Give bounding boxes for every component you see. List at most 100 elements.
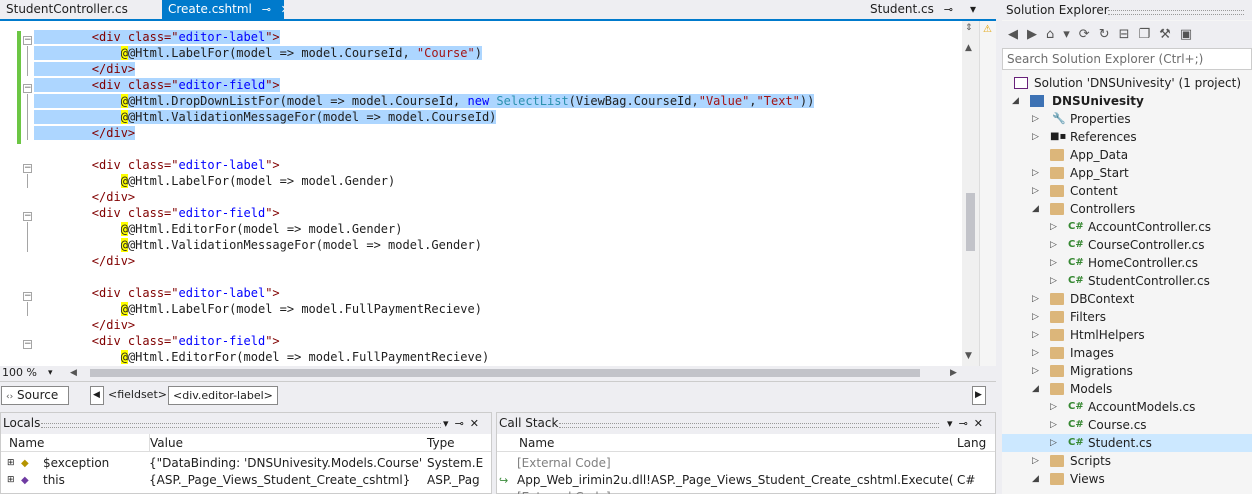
forward-icon[interactable]: ▶ — [1027, 27, 1046, 42]
code-line[interactable]: @@Html.DropDownListFor(model => model.Co… — [34, 93, 964, 109]
tree-item-account-controller[interactable]: ▷ C# AccountController.cs — [1002, 218, 1252, 236]
col-value[interactable]: Value — [149, 434, 183, 452]
zoom-dropdown-icon[interactable]: ▾ — [48, 366, 53, 380]
outline-collapse-icon[interactable]: − — [23, 340, 32, 349]
code-line[interactable]: @@Html.EditorFor(model => model.FullPaym… — [34, 349, 964, 365]
collapsed-arrow-icon[interactable]: ▷ — [1050, 254, 1057, 272]
close-icon[interactable]: ✕ — [470, 417, 485, 430]
horizontal-scrollbar-thumb[interactable] — [90, 369, 920, 377]
collapse-all-icon[interactable]: ⊟ — [1119, 27, 1139, 42]
chevron-down-icon[interactable]: ▾ — [443, 417, 455, 430]
tab-student-cs[interactable]: Student.cs ⊸ — [864, 0, 960, 19]
code-line[interactable]: </div> — [34, 61, 964, 77]
header-grip[interactable] — [41, 423, 441, 428]
close-icon[interactable]: ✕ — [974, 417, 989, 430]
code-line[interactable]: </div> — [34, 317, 964, 333]
tree-item-migrations[interactable]: ▷ Migrations — [1002, 362, 1252, 380]
warning-icon[interactable]: ⚠ — [983, 24, 992, 35]
code-line[interactable]: @@Html.EditorFor(model => model.Gender) — [34, 221, 964, 237]
code-line[interactable]: </div> — [34, 189, 964, 205]
collapsed-arrow-icon[interactable]: ▷ — [1050, 398, 1057, 416]
code-line[interactable]: @@Html.LabelFor(model => model.CourseId,… — [34, 45, 964, 61]
home-icon[interactable]: ⌂ — [1046, 27, 1063, 42]
col-name[interactable]: Name — [519, 434, 554, 452]
collapsed-arrow-icon[interactable]: ▷ — [1032, 344, 1039, 362]
collapsed-arrow-icon[interactable]: ▷ — [1032, 128, 1039, 146]
scrollbar-thumb[interactable] — [966, 193, 975, 251]
code-line[interactable]: @@Html.ValidationMessageFor(model => mod… — [34, 109, 964, 125]
col-lang[interactable]: Lang — [957, 434, 986, 452]
expanded-arrow-icon[interactable]: ◢ — [1032, 200, 1039, 218]
tree-item-student-cs[interactable]: ▷ C# Student.cs — [1002, 434, 1252, 452]
tree-item-app-start[interactable]: ▷ App_Start — [1002, 164, 1252, 182]
scroll-right-icon[interactable]: ▶ — [950, 366, 957, 380]
tree-item-student-controller[interactable]: ▷ C# StudentController.cs — [1002, 272, 1252, 290]
refresh-icon[interactable]: ↻ — [1099, 27, 1119, 42]
code-editor[interactable]: StudentController.cs Create.cshtml ⊸ ✕ S… — [0, 0, 996, 380]
pin-icon[interactable]: ⊸ — [262, 3, 271, 16]
tree-item-course-cs[interactable]: ▷ C# Course.cs — [1002, 416, 1252, 434]
breadcrumb-div[interactable]: <div.editor-label> — [168, 386, 278, 405]
expanded-arrow-icon[interactable]: ◢ — [1032, 380, 1039, 398]
scroll-down-icon[interactable]: ▼ — [965, 351, 972, 361]
collapsed-arrow-icon[interactable]: ▷ — [1050, 236, 1057, 254]
expanded-arrow-icon[interactable]: ◢ — [1012, 92, 1019, 110]
tree-item-solution[interactable]: Solution 'DNSUnivesity' (1 project) — [1002, 74, 1252, 92]
zoom-level[interactable]: 100 % — [2, 366, 37, 380]
code-line[interactable]: @@Html.LabelFor(model => model.Gender) — [34, 173, 964, 189]
pin-icon[interactable]: ⊸ — [944, 3, 953, 16]
properties-icon[interactable]: ⚒ — [1159, 27, 1180, 42]
header-grip[interactable] — [1108, 10, 1244, 15]
tab-student-controller[interactable]: StudentController.cs — [0, 0, 158, 19]
header-grip[interactable] — [559, 423, 939, 428]
outline-collapse-icon[interactable]: − — [23, 36, 32, 45]
tree-item-course-controller[interactable]: ▷ C# CourseController.cs — [1002, 236, 1252, 254]
code-line[interactable]: @@Html.LabelFor(model => model.FullPayme… — [34, 301, 964, 317]
outline-collapse-icon[interactable]: − — [23, 84, 32, 93]
collapsed-arrow-icon[interactable]: ▷ — [1050, 416, 1057, 434]
tab-create-cshtml[interactable]: Create.cshtml ⊸ ✕ — [162, 0, 284, 19]
pin-icon[interactable]: ⊸ — [959, 417, 974, 430]
code-line[interactable]: <div class="editor-field"> — [34, 333, 964, 349]
tree-item-account-models[interactable]: ▷ C# AccountModels.cs — [1002, 398, 1252, 416]
show-all-files-icon[interactable]: ❐ — [1139, 27, 1160, 42]
dropdown-icon[interactable]: ▾ — [1063, 27, 1079, 42]
breadcrumb-left-button[interactable]: ◀ — [90, 386, 104, 405]
split-icon[interactable]: ⇕ — [965, 23, 973, 33]
local-value[interactable]: {ASP._Page_Views_Student_Create_cshtml} — [149, 472, 425, 489]
pin-icon[interactable]: ⊸ — [455, 417, 470, 430]
code-line[interactable]: @@Html.ValidationMessageFor(model => mod… — [34, 237, 964, 253]
local-value[interactable]: {"DataBinding: 'DNSUnivesity.Models.Cour… — [149, 455, 425, 472]
back-icon[interactable]: ◀ — [1008, 27, 1027, 42]
breadcrumb-right-button[interactable]: ▶ — [972, 386, 986, 405]
tree-item-htmlhelpers[interactable]: ▷ HtmlHelpers — [1002, 326, 1252, 344]
tree-item-home-controller[interactable]: ▷ C# HomeController.cs — [1002, 254, 1252, 272]
sync-icon[interactable]: ⟳ — [1079, 27, 1099, 42]
tree-item-app-data[interactable]: App_Data — [1002, 146, 1252, 164]
code-line[interactable]: <div class="editor-label"> — [34, 157, 964, 173]
collapsed-arrow-icon[interactable]: ▷ — [1050, 272, 1057, 290]
tree-item-properties[interactable]: ▷ 🔧 Properties — [1002, 110, 1252, 128]
collapsed-arrow-icon[interactable]: ▷ — [1032, 308, 1039, 326]
tree-item-references[interactable]: ▷ ■▪ References — [1002, 128, 1252, 146]
tab-overflow-dropdown[interactable]: ▾ — [964, 0, 994, 19]
source-view-button[interactable]: ‹› Source — [1, 386, 69, 405]
expand-icon[interactable]: ⊞ — [7, 472, 15, 489]
collapsed-arrow-icon[interactable]: ▷ — [1032, 290, 1039, 308]
expand-icon[interactable]: ⊞ — [7, 455, 15, 472]
collapsed-arrow-icon[interactable]: ▷ — [1032, 110, 1039, 128]
tree-item-views[interactable]: ◢ Views — [1002, 470, 1252, 488]
collapsed-arrow-icon[interactable]: ▷ — [1050, 218, 1057, 236]
outline-collapse-icon[interactable]: − — [23, 164, 32, 173]
tree-item-project[interactable]: ◢ DNSUnivesity — [1002, 92, 1252, 110]
col-name[interactable]: Name — [9, 434, 44, 452]
collapsed-arrow-icon[interactable]: ▷ — [1050, 434, 1057, 452]
collapsed-arrow-icon[interactable]: ▷ — [1032, 452, 1039, 470]
tree-item-filters[interactable]: ▷ Filters — [1002, 308, 1252, 326]
breadcrumb-fieldset[interactable]: <fieldset> — [104, 386, 171, 405]
code-line[interactable]: </div> — [34, 125, 964, 141]
col-type[interactable]: Type — [427, 434, 455, 452]
tree-item-models[interactable]: ◢ Models — [1002, 380, 1252, 398]
preview-icon[interactable]: ▣ — [1180, 27, 1201, 42]
collapsed-arrow-icon[interactable]: ▷ — [1032, 362, 1039, 380]
